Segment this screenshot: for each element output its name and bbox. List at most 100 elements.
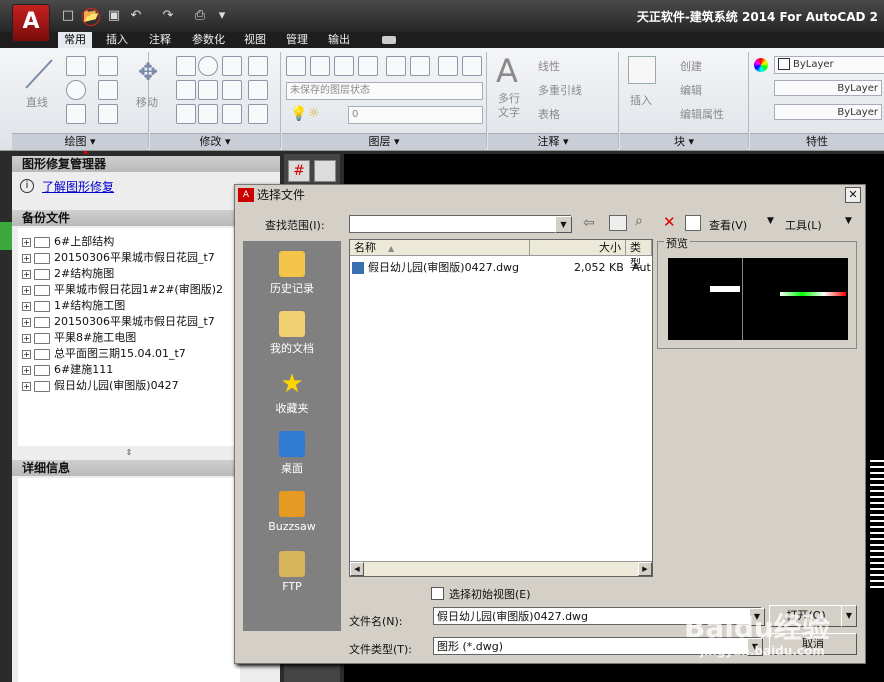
column-size-header[interactable]: 大小 bbox=[530, 240, 626, 256]
place-ftp[interactable]: FTP bbox=[243, 547, 341, 605]
scroll-right-icon[interactable]: ▶ bbox=[638, 562, 652, 576]
block-panel-title[interactable]: 块 ▾ bbox=[620, 133, 748, 150]
expand-icon[interactable]: + bbox=[22, 237, 31, 247]
draw-panel-title[interactable]: 绘图 ▾ bbox=[12, 133, 148, 150]
lightbulb-icon[interactable]: 💡 bbox=[290, 106, 307, 122]
layers-panel-title[interactable]: 图层 ▾ bbox=[282, 133, 486, 150]
table-row[interactable]: 假日幼儿园(审图版)0427.dwg 2,052 KB Aut bbox=[352, 260, 651, 276]
multiline-text-label[interactable]: 多行 文字 bbox=[498, 92, 520, 120]
new-folder-icon[interactable] bbox=[685, 215, 701, 231]
list-item[interactable]: +1#结构施工图 bbox=[22, 298, 125, 314]
linear-dimension-button[interactable]: 线性 bbox=[538, 58, 560, 74]
mirror-icon[interactable] bbox=[222, 80, 242, 100]
expand-icon[interactable]: + bbox=[22, 365, 31, 375]
scroll-left-icon[interactable]: ◀ bbox=[350, 562, 364, 576]
insert-block-label[interactable]: 插入 bbox=[630, 92, 652, 108]
scale-icon[interactable] bbox=[198, 80, 218, 100]
splitter-handle[interactable]: ⇕ bbox=[18, 448, 240, 457]
expand-icon[interactable]: + bbox=[22, 349, 31, 359]
multiline-text-icon[interactable]: A bbox=[496, 52, 518, 90]
list-item[interactable]: + 总平面图三期15.04.01_t7 bbox=[22, 346, 186, 362]
column-type-header[interactable]: 类型 bbox=[626, 240, 652, 270]
lookin-combo[interactable] bbox=[349, 215, 571, 233]
explode-icon[interactable] bbox=[198, 104, 218, 124]
multileader-button[interactable]: 多重引线 bbox=[538, 82, 582, 98]
fillet-icon[interactable] bbox=[248, 80, 268, 100]
edit-block-button[interactable]: 编辑 bbox=[680, 82, 702, 98]
view-dropdown-icon[interactable]: ▼ bbox=[767, 216, 774, 226]
new-file-icon[interactable]: □ bbox=[60, 8, 76, 24]
line-icon[interactable] bbox=[22, 56, 56, 92]
table-button[interactable]: 表格 bbox=[538, 106, 560, 122]
up-folder-icon[interactable] bbox=[609, 215, 627, 231]
layer-freeze-icon[interactable] bbox=[386, 56, 406, 76]
rotate-icon[interactable] bbox=[198, 56, 218, 76]
list-item[interactable]: +20150306平果城市假日花园_t7 bbox=[22, 250, 215, 266]
expand-icon[interactable]: + bbox=[22, 253, 31, 263]
qat-dropdown-icon[interactable]: ▾ bbox=[214, 8, 230, 24]
layer-properties-icon[interactable] bbox=[286, 56, 306, 76]
erase-icon[interactable] bbox=[176, 104, 196, 124]
application-menu-button[interactable]: A bbox=[12, 4, 50, 42]
expand-icon[interactable]: + bbox=[22, 285, 31, 295]
learn-recovery-link[interactable]: 了解图形修复 bbox=[42, 178, 114, 195]
tab-annotate[interactable]: 注释 bbox=[143, 32, 177, 48]
tools-dropdown-icon[interactable]: ▼ bbox=[845, 216, 852, 226]
tab-home[interactable]: 常用 bbox=[58, 32, 92, 48]
trim-icon[interactable] bbox=[222, 56, 242, 76]
color-combo[interactable]: ByLayer bbox=[774, 56, 884, 74]
linetype-combo[interactable]: ByLayer bbox=[774, 80, 882, 96]
copy-icon[interactable] bbox=[176, 56, 196, 76]
move-icon[interactable]: ✥ bbox=[134, 58, 162, 86]
save-icon[interactable]: ▣ bbox=[106, 8, 122, 24]
layer-off-icon[interactable] bbox=[334, 56, 354, 76]
grid-icon[interactable]: # bbox=[288, 160, 310, 182]
expand-icon[interactable]: + bbox=[22, 301, 31, 311]
view-menu[interactable]: 查看(V) bbox=[709, 217, 747, 233]
place-my-documents[interactable]: 我的文档 bbox=[243, 307, 341, 365]
delete-icon[interactable]: ✕ bbox=[663, 213, 676, 231]
place-desktop[interactable]: 桌面 bbox=[243, 427, 341, 485]
insert-block-icon[interactable] bbox=[628, 56, 656, 84]
tab-output[interactable]: 输出 bbox=[322, 32, 356, 48]
layer-match-icon[interactable] bbox=[438, 56, 458, 76]
boundary-icon[interactable] bbox=[98, 104, 118, 124]
move-tool-label[interactable]: 移动 bbox=[136, 94, 158, 110]
layer-lock-icon[interactable] bbox=[410, 56, 430, 76]
lookin-dropdown-icon[interactable]: ▼ bbox=[555, 216, 572, 233]
list-item[interactable]: + 平果8#施工电图 bbox=[22, 330, 136, 346]
expand-icon[interactable]: + bbox=[22, 317, 31, 327]
tab-parametric[interactable]: 参数化 bbox=[186, 32, 231, 48]
layer-previous-icon[interactable] bbox=[462, 56, 482, 76]
undo-icon[interactable]: ↶ bbox=[128, 8, 144, 24]
redo-icon[interactable]: ↷ bbox=[160, 8, 176, 24]
create-block-button[interactable]: 创建 bbox=[680, 58, 702, 74]
palette-icon[interactable] bbox=[314, 160, 336, 182]
plot-icon[interactable]: ⎙ bbox=[192, 8, 208, 24]
list-item[interactable]: +2#结构施图 bbox=[22, 266, 114, 282]
join-icon[interactable] bbox=[248, 104, 268, 124]
edit-attributes-button[interactable]: 编辑属性 bbox=[680, 106, 724, 122]
layer-states-icon[interactable] bbox=[310, 56, 330, 76]
stretch-icon[interactable] bbox=[176, 80, 196, 100]
column-name-header[interactable]: 名称 ▲ bbox=[350, 240, 530, 256]
list-item[interactable]: +20150306平果城市假日花园_t7 bbox=[22, 314, 215, 330]
expand-icon[interactable]: + bbox=[22, 333, 31, 343]
lineweight-combo[interactable]: ByLayer bbox=[774, 104, 882, 120]
list-item[interactable]: + 平果城市假日花园1#2#(审图版)2 bbox=[22, 282, 223, 298]
tab-manage[interactable]: 管理 bbox=[280, 32, 314, 48]
array-icon[interactable] bbox=[248, 56, 268, 76]
rectangle-icon[interactable] bbox=[98, 80, 118, 100]
expand-icon[interactable]: + bbox=[22, 381, 31, 391]
layer-isolate-icon[interactable] bbox=[358, 56, 378, 76]
place-favorites[interactable]: ★ 收藏夹 bbox=[243, 367, 341, 425]
offset-icon[interactable] bbox=[222, 104, 242, 124]
list-item[interactable]: +6#建施111 bbox=[22, 362, 113, 378]
horizontal-scrollbar[interactable]: ◀ ▶ bbox=[350, 561, 652, 576]
tab-insert[interactable]: 插入 bbox=[100, 32, 134, 48]
open-options-dropdown-icon[interactable]: ▼ bbox=[841, 605, 857, 627]
layer-state-combo[interactable]: 未保存的图层状态 bbox=[286, 82, 483, 100]
tools-menu[interactable]: 工具(L) bbox=[785, 217, 822, 233]
polyline-icon[interactable] bbox=[66, 56, 86, 76]
place-history[interactable]: 历史记录 bbox=[243, 247, 341, 305]
